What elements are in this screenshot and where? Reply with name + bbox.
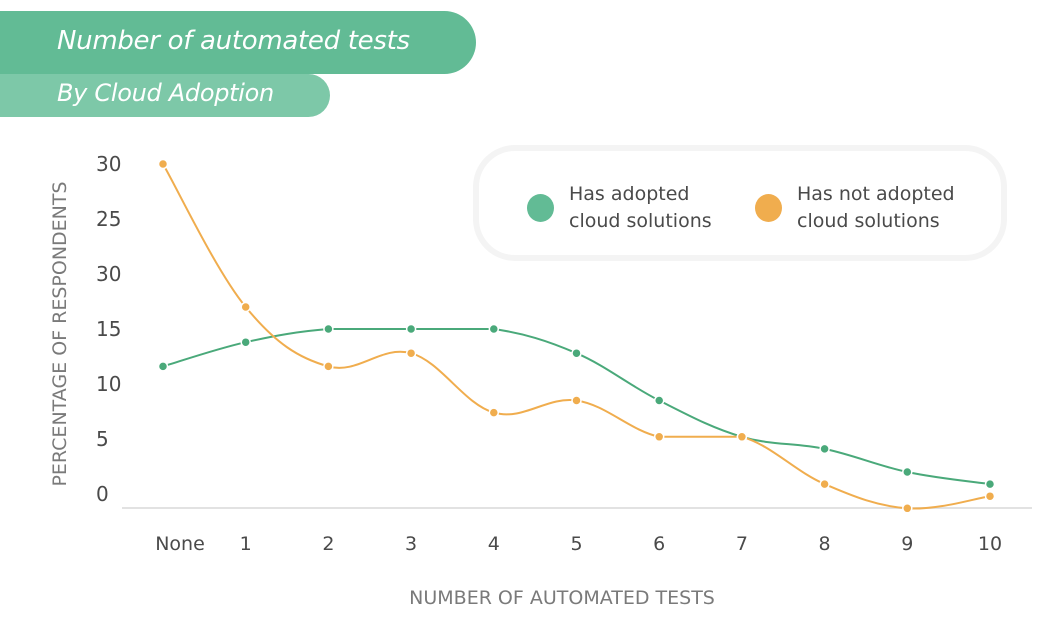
data-point-adopted bbox=[488, 323, 500, 335]
x-tick-label: 3 bbox=[405, 533, 417, 555]
x-tick-label: 7 bbox=[736, 533, 748, 555]
data-point-not-adopted bbox=[240, 301, 251, 313]
y-tick-label: 5 bbox=[96, 427, 109, 451]
data-point-not-adopted bbox=[902, 503, 913, 514]
x-tick-label: None bbox=[155, 533, 205, 555]
y-axis-title: PERCENTAGE OF RESPONDENTS bbox=[49, 181, 71, 486]
x-tick-label: 10 bbox=[978, 533, 1002, 555]
series-line-not-adopted bbox=[162, 163, 991, 510]
data-point-adopted bbox=[902, 466, 913, 478]
series-group bbox=[157, 158, 996, 514]
x-tick-label: 2 bbox=[322, 533, 334, 555]
line-chart: 30 25 30 15 10 5 0 None 1 2 3 4 5 6 7 8 9 10 PERCENTAGE … bbox=[49, 152, 1032, 609]
y-tick-label: 30 bbox=[96, 152, 121, 176]
data-point-adopted bbox=[984, 478, 996, 490]
x-axis-ticks: None 1 2 3 4 5 6 7 8 9 10 bbox=[155, 533, 1002, 555]
y-tick-label: 25 bbox=[96, 207, 121, 231]
data-point-not-adopted bbox=[488, 407, 500, 418]
data-point-not-adopted bbox=[157, 158, 169, 170]
y-axis-ticks: 30 25 30 15 10 5 0 bbox=[96, 152, 121, 506]
data-point-not-adopted bbox=[984, 490, 996, 502]
data-point-not-adopted bbox=[323, 361, 334, 372]
data-point-adopted bbox=[571, 347, 582, 359]
data-point-adopted bbox=[653, 395, 665, 406]
y-tick-label: 30 bbox=[96, 262, 121, 286]
data-point-adopted bbox=[405, 323, 417, 335]
x-tick-label: 8 bbox=[819, 533, 831, 555]
data-point-adopted bbox=[240, 336, 251, 348]
data-point-not-adopted bbox=[571, 395, 582, 406]
x-axis-title: NUMBER OF AUTOMATED TESTS bbox=[409, 587, 715, 609]
data-point-not-adopted bbox=[819, 478, 830, 490]
data-point-adopted bbox=[323, 323, 334, 335]
x-tick-label: 4 bbox=[488, 533, 500, 555]
data-point-adopted bbox=[157, 361, 169, 372]
y-tick-label: 10 bbox=[96, 372, 121, 396]
data-point-not-adopted bbox=[736, 431, 748, 443]
data-point-not-adopted bbox=[653, 431, 665, 443]
data-point-not-adopted bbox=[405, 347, 417, 359]
x-tick-label: 6 bbox=[653, 533, 665, 555]
x-tick-label: 5 bbox=[570, 533, 582, 555]
y-tick-label: 15 bbox=[96, 317, 121, 341]
x-tick-label: 1 bbox=[240, 533, 252, 555]
y-tick-label: 0 bbox=[96, 482, 109, 506]
x-tick-label: 9 bbox=[901, 533, 913, 555]
data-point-adopted bbox=[819, 443, 830, 455]
